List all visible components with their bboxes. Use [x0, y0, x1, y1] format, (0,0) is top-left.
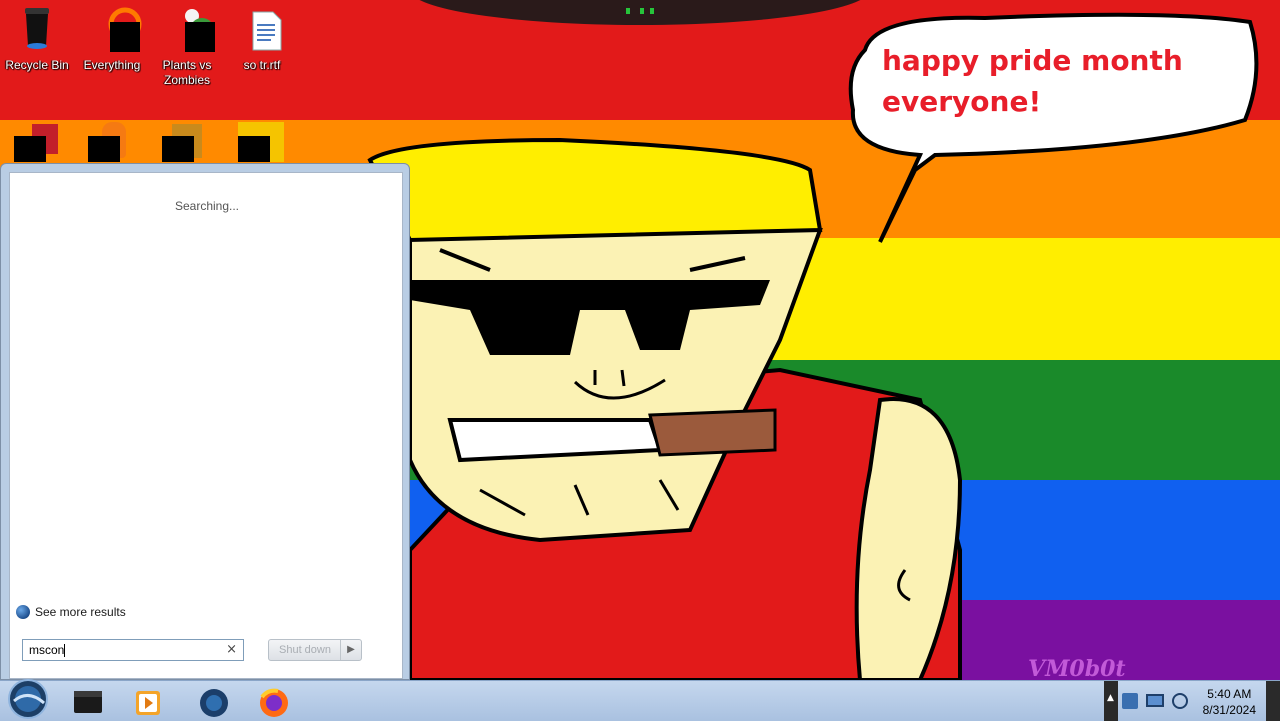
search-globe-icon — [16, 605, 30, 619]
searching-status: Searching... — [174, 199, 240, 213]
internet-explorer-icon — [200, 689, 228, 717]
see-more-results-link[interactable]: See more results — [16, 605, 126, 619]
desktop-icon-label: Everything — [83, 58, 141, 72]
explorer-icon — [74, 691, 102, 713]
shutdown-options-button[interactable]: ▶ — [340, 640, 361, 660]
clock-date: 8/31/2024 — [1202, 703, 1256, 717]
shutdown-button[interactable]: Shut down ▶ — [268, 639, 362, 661]
notification-area: ▲ 5:40 AM 8/31/2024 — [1100, 681, 1280, 721]
see-more-results-label: See more results — [35, 605, 126, 619]
taskbar-explorer[interactable] — [62, 685, 114, 719]
media-player-icon — [136, 691, 160, 715]
artist-signature: VM0b0t — [1028, 656, 1126, 682]
everything-icon — [95, 6, 142, 52]
shutdown-label: Shut down — [279, 644, 331, 656]
search-input-value: mscon — [29, 643, 65, 657]
desktop-icon-label: Recycle Bin — [5, 58, 69, 72]
desktop-icon-obscured-2[interactable] — [88, 122, 132, 162]
taskbar-media-player[interactable] — [122, 685, 174, 719]
firefox-icon — [260, 688, 288, 717]
desktop-icon-obscured-3[interactable] — [162, 122, 206, 162]
search-results-pane: Searching... See more results mscon × Sh… — [9, 172, 403, 679]
plants-vs-zombies-icon — [170, 6, 215, 52]
start-search-input[interactable]: mscon × — [22, 639, 244, 661]
clear-search-button[interactable]: × — [226, 642, 237, 657]
tray-app-icon[interactable] — [1122, 693, 1138, 709]
desktop-icon-rtf-file[interactable]: so tr.rtf — [222, 6, 302, 73]
network-icon[interactable] — [1146, 694, 1164, 707]
show-desktop-button[interactable] — [1266, 681, 1280, 721]
desktop-icon-everything[interactable]: Everything — [72, 6, 152, 73]
taskbar-clock[interactable]: 5:40 AM 8/31/2024 — [1203, 686, 1256, 718]
start-orb-icon — [8, 679, 48, 719]
desktop-icon-label: Plants vs Zombies — [162, 58, 212, 87]
start-menu: Searching... See more results mscon × Sh… — [0, 163, 410, 680]
text-caret — [64, 644, 66, 658]
rtf-document-icon — [245, 6, 282, 51]
taskbar-firefox[interactable] — [248, 685, 300, 719]
desktop-icon-obscured-1[interactable] — [14, 122, 58, 162]
desktop-icon-recycle-bin[interactable]: Recycle Bin — [0, 6, 77, 73]
desktop-icon-label: so tr.rtf — [243, 58, 281, 72]
recycle-bin-icon — [20, 6, 54, 49]
start-button[interactable] — [4, 677, 52, 721]
chevron-up-icon: ▲ — [1107, 693, 1114, 703]
clock-time: 5:40 AM — [1207, 687, 1252, 701]
desktop-icon-obscured-4[interactable] — [238, 122, 286, 162]
taskbar: ▲ 5:40 AM 8/31/2024 — [0, 677, 1280, 721]
speech-bubble-text: happy pride month everyone! — [882, 44, 1183, 118]
desktop-icon-plants-vs-zombies[interactable]: Plants vs Zombies — [147, 6, 227, 88]
tray-overflow-button[interactable]: ▲ — [1104, 681, 1118, 721]
volume-icon[interactable] — [1172, 693, 1188, 709]
taskbar-internet-explorer[interactable] — [188, 685, 240, 719]
